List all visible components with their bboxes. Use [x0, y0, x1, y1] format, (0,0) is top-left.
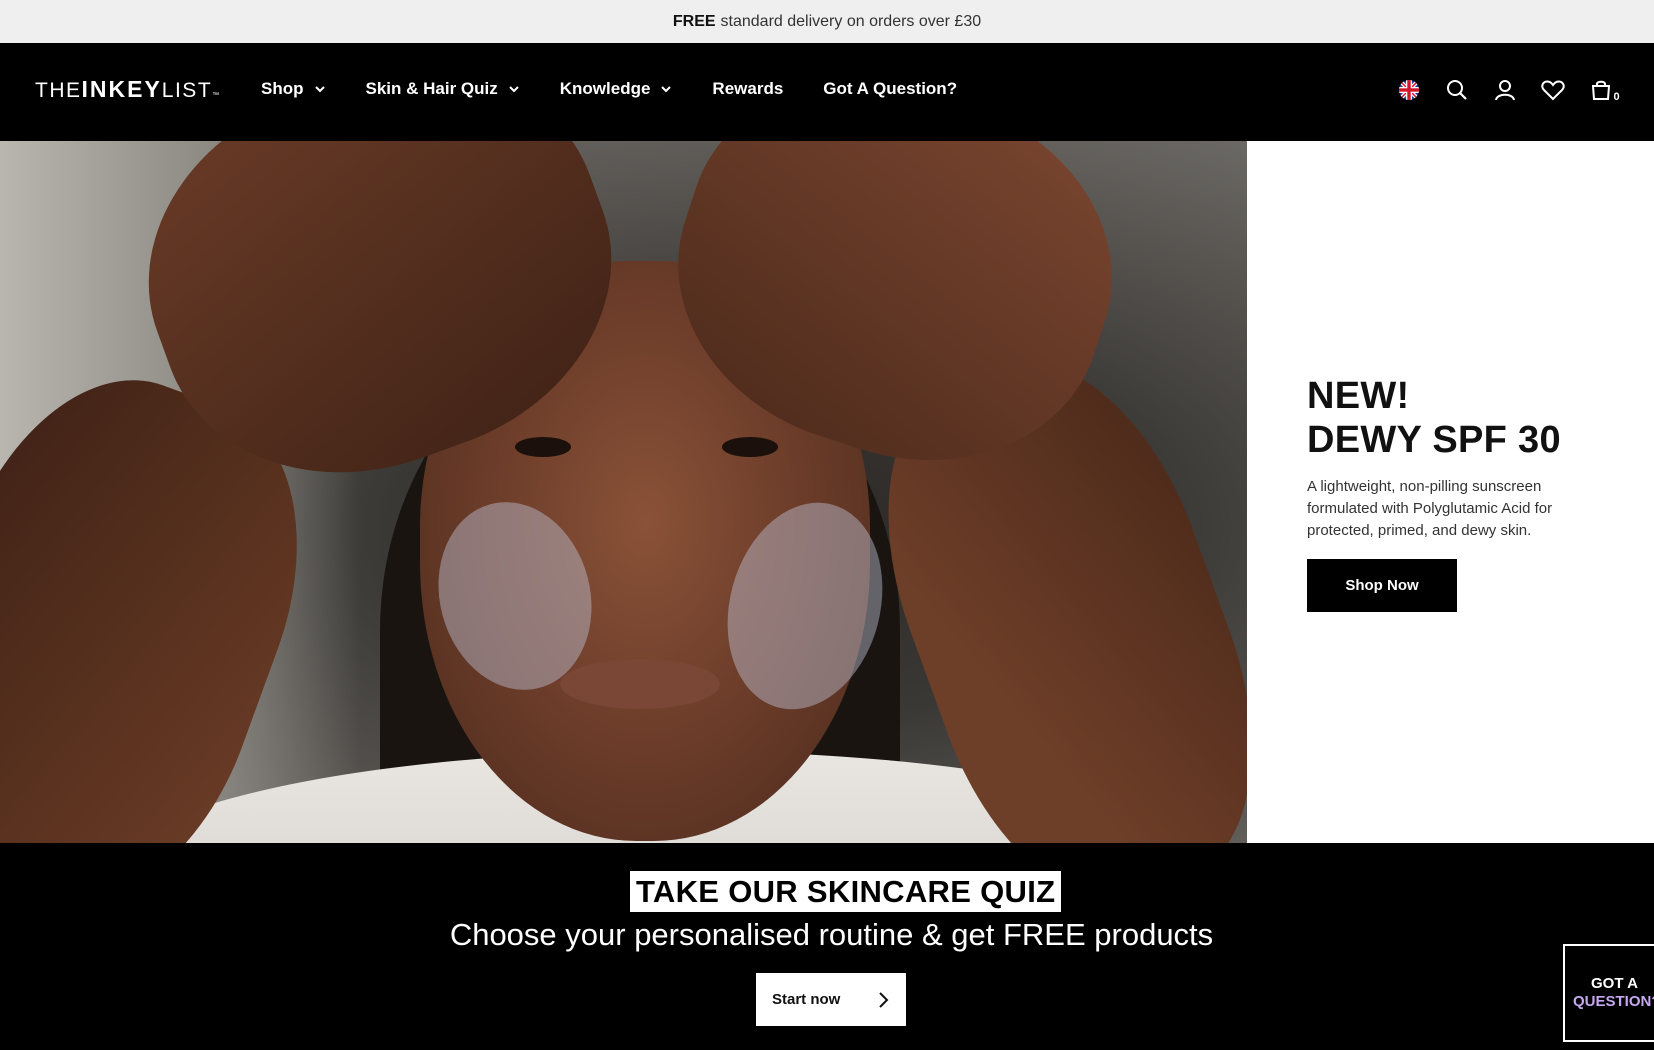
announcement-text: standard delivery on orders over £30 — [720, 12, 982, 30]
quiz-title: TAKE OUR SKINCARE QUIZ — [630, 871, 1062, 912]
logo-part-list: LIST — [161, 79, 213, 102]
nav-item-label: Skin & Hair Quiz — [365, 79, 498, 98]
chevron-down-icon — [314, 86, 325, 93]
nav-item-rewards[interactable]: Rewards — [712, 79, 783, 99]
nav-item-got-a-question[interactable]: Got A Question? — [823, 79, 957, 99]
logo-part-inkey: INKEY — [81, 76, 162, 102]
brand-logo[interactable]: THE INKEY LIST ™ — [35, 76, 221, 103]
promo-title-line2: DEWY SPF 30 — [1307, 419, 1561, 461]
wishlist-heart-icon[interactable] — [1540, 77, 1566, 103]
quiz-banner: TAKE OUR SKINCARE QUIZ Choose your perso… — [0, 843, 1654, 1050]
search-icon[interactable] — [1444, 77, 1470, 103]
uk-flag-icon[interactable] — [1396, 77, 1422, 103]
product-promo-panel: NEW! DEWY SPF 30 A lightweight, non-pill… — [1247, 141, 1654, 843]
quiz-subtitle: Choose your personalised routine & get F… — [449, 917, 1214, 952]
promo-title-line1: NEW! — [1307, 375, 1410, 417]
main-header: THE INKEY LIST ™ Shop Skin & Hair Quiz K… — [0, 43, 1654, 141]
promo-title: NEW! DEWY SPF 30 — [1307, 374, 1561, 462]
chevron-down-icon — [661, 86, 672, 93]
announcement-bar: FREE standard delivery on orders over £3… — [0, 0, 1654, 43]
chevron-right-icon — [879, 991, 889, 1008]
nav-item-label: Shop — [261, 79, 304, 98]
nav-item-knowledge[interactable]: Knowledge — [560, 79, 673, 99]
trademark-mark: ™ — [212, 92, 221, 99]
bag-count: 0 — [1613, 91, 1620, 103]
help-widget-line1: GOT A — [1591, 975, 1638, 992]
start-quiz-button[interactable]: Start now — [756, 973, 906, 1026]
nav-item-shop[interactable]: Shop — [261, 79, 326, 99]
help-widget-line2: QUESTION? — [1573, 993, 1654, 1010]
hero-image — [0, 141, 1247, 843]
promo-description: A lightweight, non-pilling sunscreen for… — [1307, 478, 1553, 539]
got-a-question-widget[interactable]: GOT A QUESTION? — [1563, 944, 1654, 1042]
nav-item-label: Rewards — [712, 79, 784, 98]
account-icon[interactable] — [1492, 77, 1518, 103]
shop-now-button[interactable]: Shop Now — [1307, 559, 1457, 612]
header-icons: 0 — [1374, 77, 1622, 103]
chevron-down-icon — [509, 86, 519, 93]
logo-part-the: THE — [35, 79, 82, 102]
start-quiz-label: Start now — [772, 991, 841, 1008]
nav-item-label: Knowledge — [559, 79, 651, 98]
nav-item-skin-hair-quiz[interactable]: Skin & Hair Quiz — [366, 79, 520, 99]
nav-item-label: Got A Question? — [823, 79, 958, 98]
main-menu: Shop Skin & Hair Quiz Knowledge Rewards … — [261, 79, 997, 99]
announcement-bold: FREE — [672, 12, 716, 30]
bag-icon[interactable]: 0 — [1588, 77, 1622, 103]
